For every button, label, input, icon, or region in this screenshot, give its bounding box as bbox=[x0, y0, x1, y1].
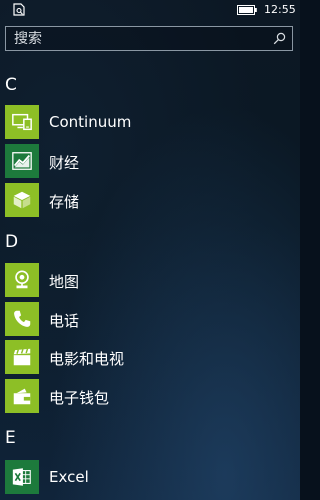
app-list-screen: 12:55 C Continuum 财经 bbox=[0, 0, 300, 500]
app-tile bbox=[5, 144, 39, 178]
app-item-storage[interactable]: 存储 bbox=[5, 183, 295, 217]
app-item-maps[interactable]: 地图 bbox=[5, 263, 295, 297]
maps-icon bbox=[15, 270, 29, 289]
app-tile bbox=[5, 302, 39, 336]
app-tile bbox=[5, 460, 39, 494]
search-input[interactable] bbox=[14, 30, 266, 48]
search-icon[interactable] bbox=[273, 32, 286, 45]
app-label: Continuum bbox=[49, 113, 132, 131]
app-item-finance[interactable]: 财经 bbox=[5, 144, 295, 178]
battery-icon bbox=[237, 5, 257, 15]
app-tile bbox=[5, 340, 39, 374]
status-bar: 12:55 bbox=[0, 0, 300, 20]
group-header-e[interactable]: E bbox=[5, 428, 16, 448]
excel-icon bbox=[12, 468, 31, 486]
app-item-movies-tv[interactable]: 电影和电视 bbox=[5, 340, 295, 374]
group-header-d[interactable]: D bbox=[5, 232, 18, 252]
group-header-c[interactable]: C bbox=[5, 75, 17, 95]
finance-icon bbox=[12, 152, 32, 170]
phone-icon bbox=[14, 310, 31, 327]
search-box[interactable] bbox=[5, 26, 293, 51]
app-item-phone[interactable]: 电话 bbox=[5, 302, 295, 336]
app-label: 电影和电视 bbox=[49, 350, 125, 368]
continuum-icon bbox=[12, 113, 32, 131]
app-label: 地图 bbox=[49, 273, 80, 291]
app-tile bbox=[5, 263, 39, 297]
app-tile bbox=[5, 105, 39, 139]
app-item-excel[interactable]: Excel bbox=[5, 460, 295, 494]
app-label: 财经 bbox=[49, 154, 80, 172]
notification-status-icon bbox=[13, 3, 25, 16]
wallet-icon bbox=[13, 388, 31, 405]
movies-tv-icon bbox=[13, 348, 31, 366]
app-label: Excel bbox=[49, 468, 89, 486]
clock: 12:55 bbox=[264, 3, 296, 16]
app-label: 存储 bbox=[49, 193, 80, 211]
app-item-continuum[interactable]: Continuum bbox=[5, 105, 295, 139]
storage-icon bbox=[13, 191, 31, 209]
app-label: 电子钱包 bbox=[49, 389, 110, 407]
app-tile bbox=[5, 183, 39, 217]
app-label: 电话 bbox=[49, 312, 80, 330]
app-item-wallet[interactable]: 电子钱包 bbox=[5, 379, 295, 413]
app-tile bbox=[5, 379, 39, 413]
